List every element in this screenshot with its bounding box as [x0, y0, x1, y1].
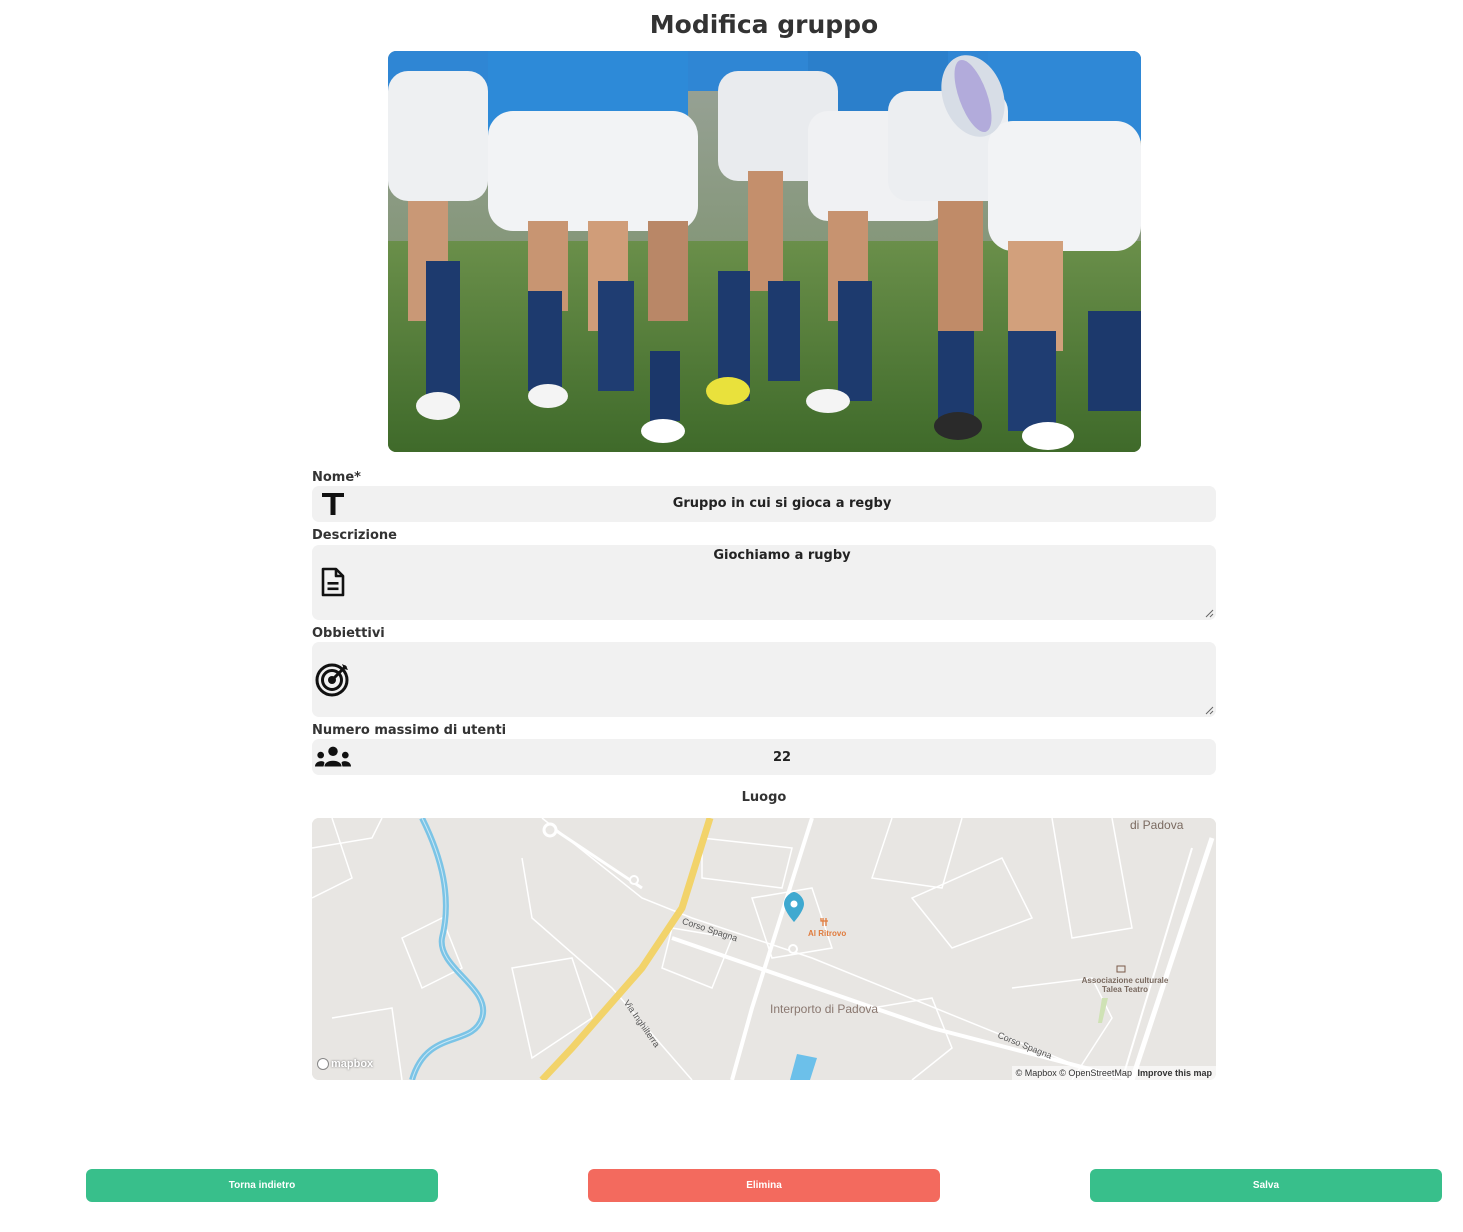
page-title: Modifica gruppo	[649, 10, 879, 39]
location-label: Luogo	[741, 790, 787, 805]
location-map[interactable]: di Padova Corso Spagna Via Inghilterra C…	[312, 818, 1216, 1080]
goals-label: Obbiettivi	[312, 626, 385, 641]
map-attribution: © Mapbox © OpenStreetMap Improve this ma…	[1011, 1066, 1216, 1080]
max-users-value: 22	[772, 750, 792, 765]
group-cover-image[interactable]	[388, 51, 1141, 452]
save-button[interactable]: Salva	[1090, 1169, 1442, 1202]
goals-textarea[interactable]	[312, 642, 1216, 717]
mapbox-logo[interactable]: mapbox	[317, 1058, 373, 1070]
name-label: Nome*	[312, 470, 361, 485]
back-button[interactable]: Torna indietro	[86, 1169, 438, 1202]
map-label-association: Associazione culturale Talea Teatro	[1081, 976, 1169, 994]
max-users-label: Numero massimo di utenti	[312, 723, 507, 738]
description-label: Descrizione	[312, 528, 397, 543]
mapbox-logo-icon	[317, 1058, 329, 1070]
resize-handle[interactable]	[1204, 608, 1214, 618]
max-users-input[interactable]: 22	[312, 739, 1216, 775]
resize-handle[interactable]	[1204, 705, 1214, 715]
map-label-padova: di Padova	[1130, 818, 1184, 832]
name-value: Gruppo in cui si gioca a regby	[672, 496, 892, 511]
description-value: Giochiamo a rugby	[713, 548, 851, 563]
delete-button[interactable]: Elimina	[588, 1169, 940, 1202]
map-label-restaurant: Al Ritrovo	[808, 929, 847, 938]
improve-map-link[interactable]: Improve this map	[1137, 1068, 1212, 1078]
document-icon	[315, 564, 351, 600]
map-label-interporto: Interporto di Padova	[770, 1002, 879, 1016]
map-canvas[interactable]	[312, 818, 1216, 1080]
rugby-photo	[388, 51, 1141, 452]
description-textarea[interactable]: Giochiamo a rugby	[312, 545, 1216, 620]
name-input[interactable]: Gruppo in cui si gioca a regby	[312, 486, 1216, 522]
target-icon	[315, 661, 351, 697]
